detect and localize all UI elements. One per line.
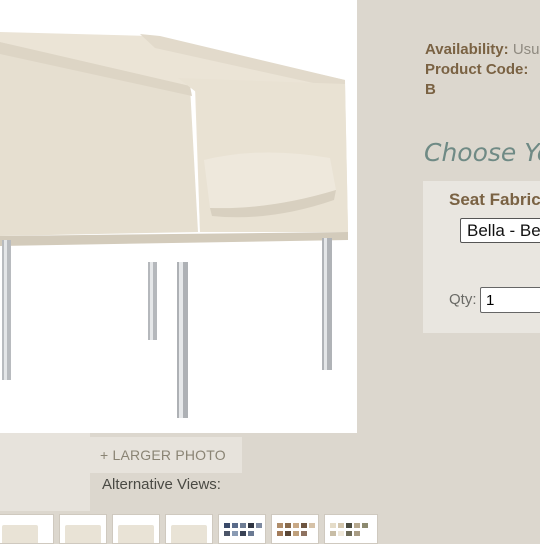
seat-fabric-label: Seat Fabric [449,190,540,209]
product-code-row: Product Code: B [425,60,540,100]
seat-fabric-select[interactable]: Bella - Be [460,218,540,243]
qty-input[interactable] [480,287,540,313]
product-code-value: B [425,81,436,98]
product-info: Availability: Usu Product Code: B [425,40,540,100]
availability-value: Usu [512,41,540,58]
qty-label: Qty: [449,291,477,308]
product-photo[interactable] [0,0,357,433]
availability-label: Availability: [425,41,509,58]
chair-illustration [0,32,348,418]
choose-options-heading: Choose Yo [424,138,540,167]
larger-photo-link[interactable]: + LARGER PHOTO [90,437,242,473]
product-code-label: Product Code: [425,61,529,78]
thumbnail-strip [0,512,540,544]
photo-caption-band [0,433,90,511]
availability-row: Availability: Usu [425,40,540,60]
larger-photo-label: + LARGER PHOTO [100,447,226,463]
alternative-views-label: Alternative Views: [102,476,221,493]
